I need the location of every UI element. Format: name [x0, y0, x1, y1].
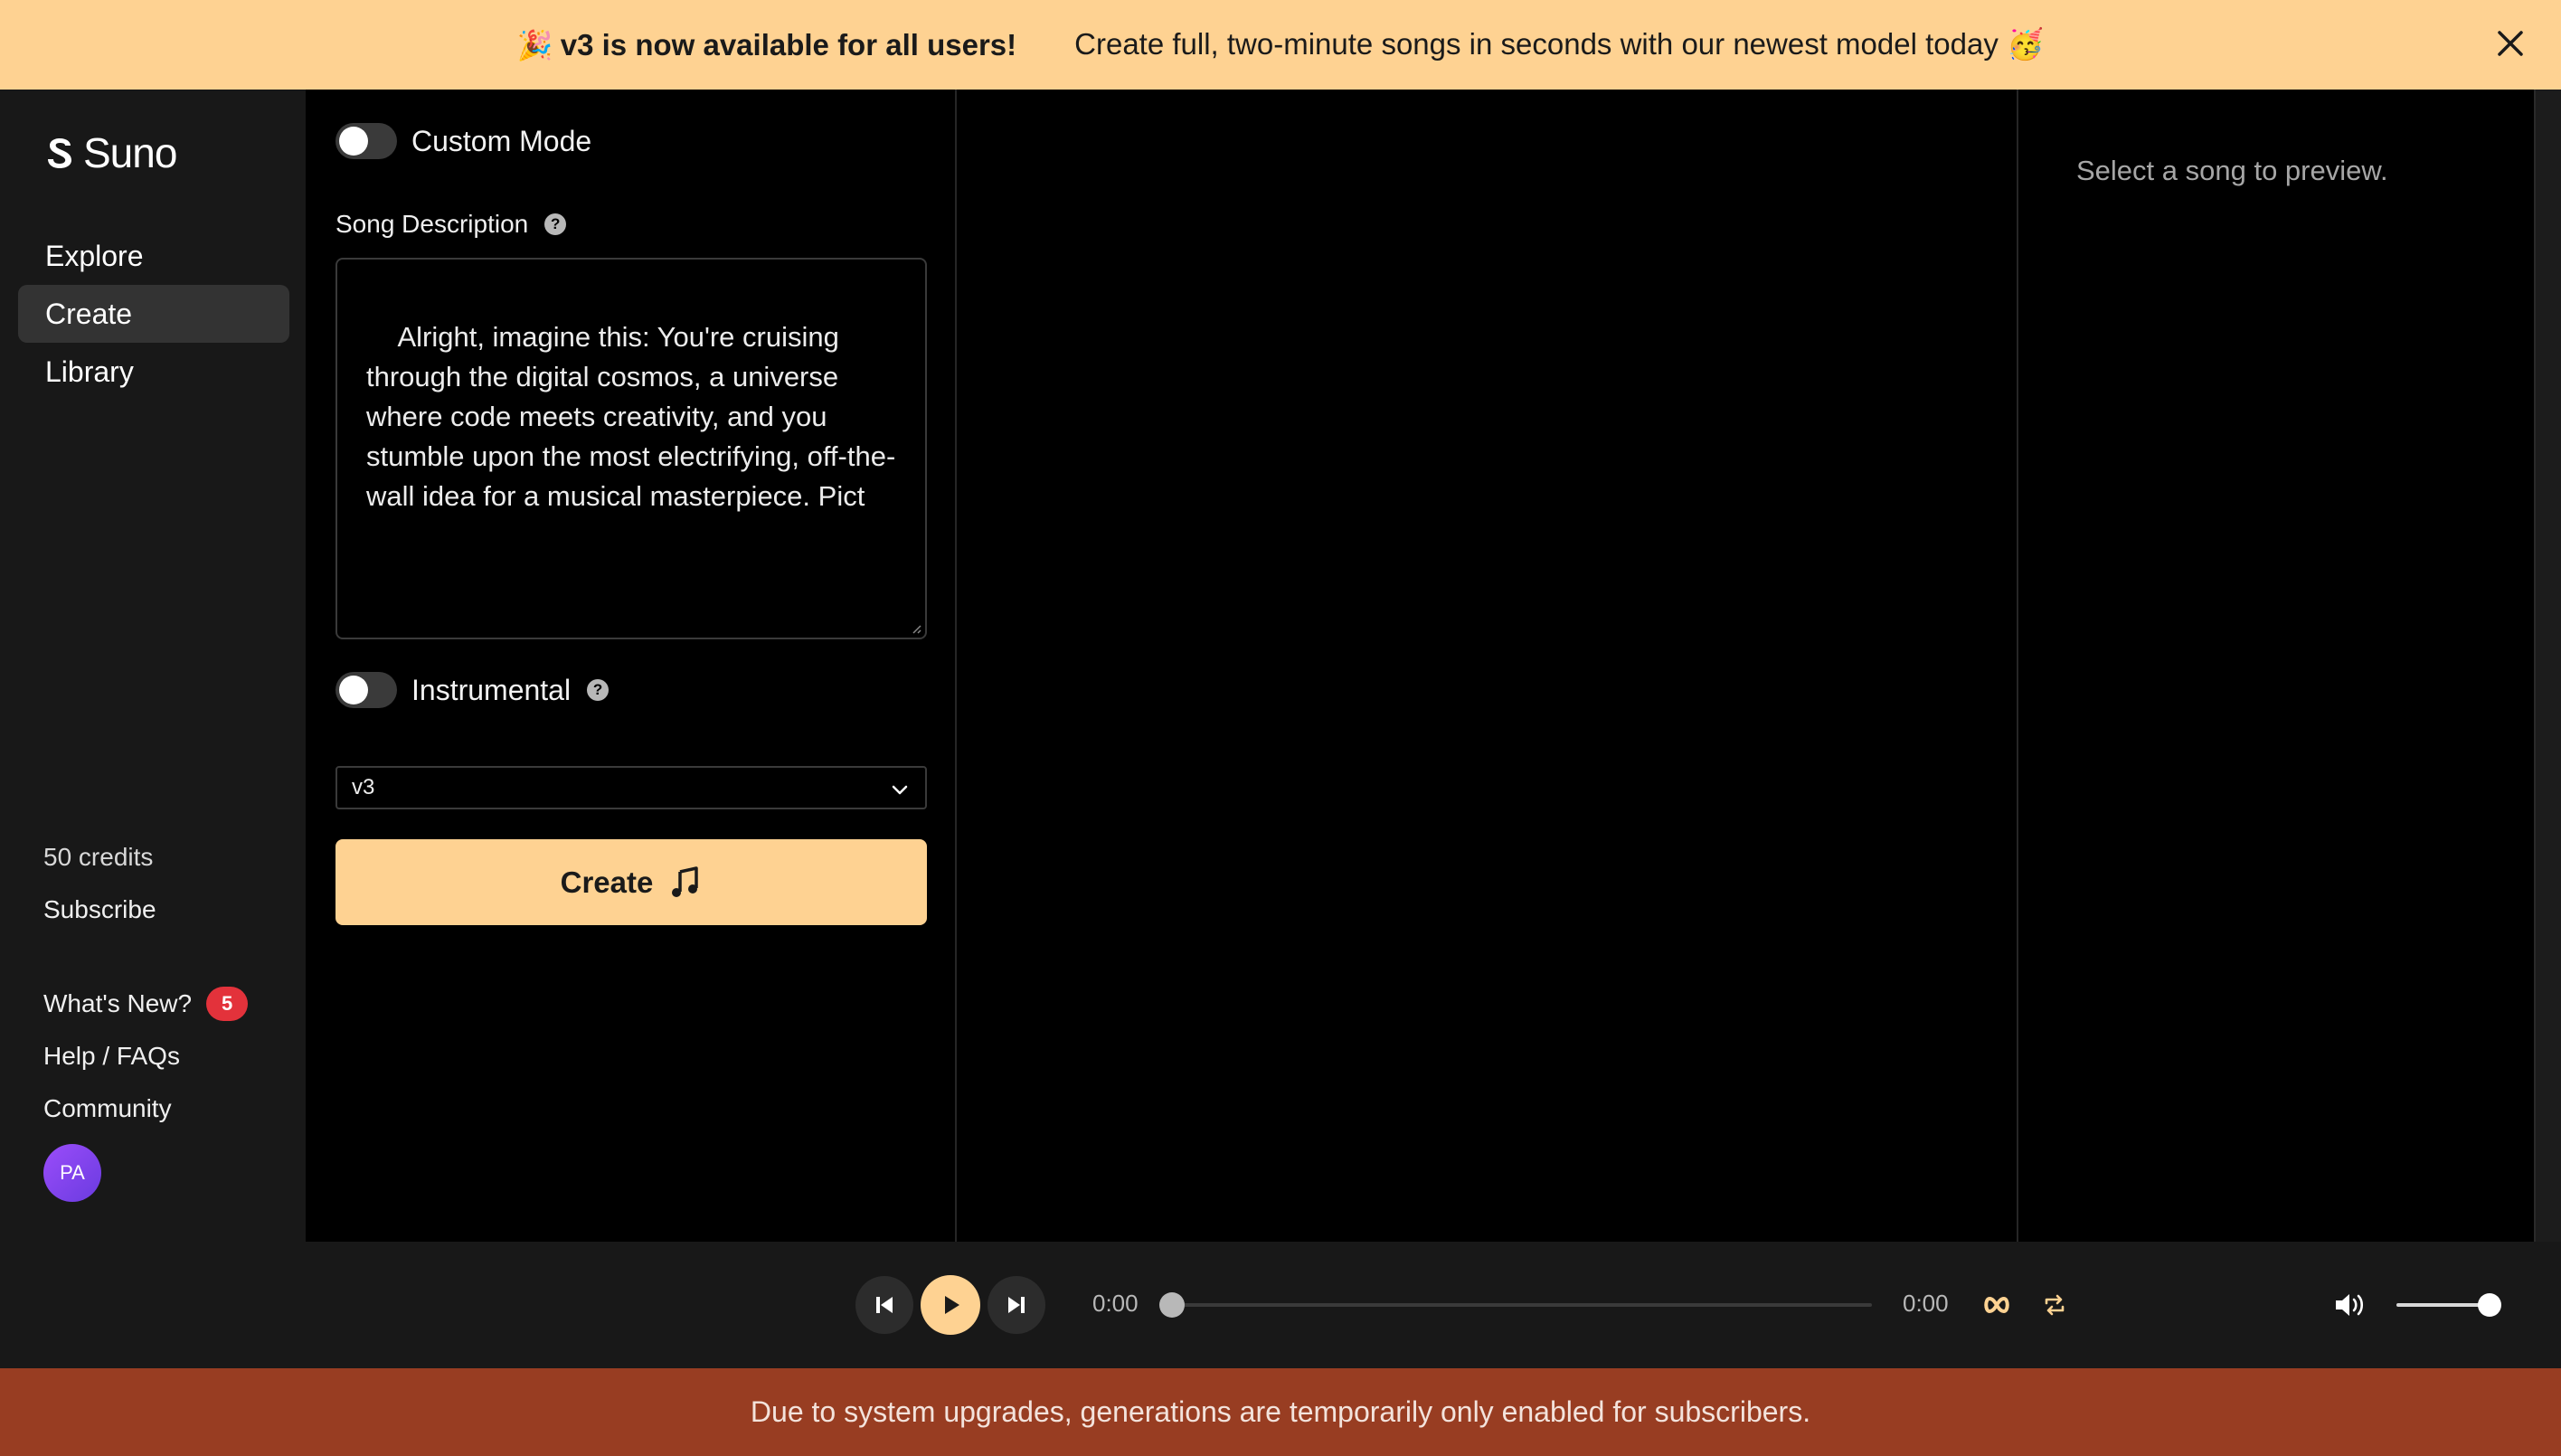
custom-mode-toggle[interactable] [335, 123, 397, 159]
nav-explore[interactable]: Explore [18, 227, 289, 285]
whats-new-badge: 5 [206, 987, 249, 1021]
skip-forward-icon [1008, 1297, 1025, 1313]
sidebar: Suno Explore Create Library 50 credits S… [0, 90, 306, 1242]
create-button[interactable]: Create [335, 839, 927, 925]
nav-create-label: Create [45, 297, 133, 330]
duration-time: 0:00 [1903, 1290, 1949, 1317]
nav-create[interactable]: Create [18, 285, 289, 343]
subscribe-link[interactable]: Subscribe [43, 884, 248, 936]
sidebar-footer: 50 credits Subscribe What's New? 5 Help … [43, 831, 249, 1202]
play-icon [945, 1296, 959, 1314]
banner-headline: v3 is now available for all users! [560, 27, 1017, 61]
song-description-label-row: Song Description ? [335, 210, 567, 239]
custom-mode-label: Custom Mode [411, 124, 592, 157]
help-icon[interactable]: ? [544, 213, 567, 235]
music-note-icon [672, 865, 699, 897]
song-description-value: Alright, imagine this: You're cruising t… [366, 321, 896, 512]
next-button[interactable] [988, 1276, 1045, 1334]
song-preview-pane: Select a song to preview. [2020, 90, 2534, 1242]
party-popper-emoji: 🎉 [516, 28, 553, 61]
whats-new-link[interactable]: What's New? 5 [43, 978, 249, 1030]
play-button[interactable] [921, 1275, 980, 1335]
close-icon[interactable] [2492, 25, 2528, 61]
create-panel: Custom Mode Song Description ? Alright, … [306, 90, 957, 1242]
main-nav: Explore Create Library [18, 227, 289, 401]
suno-mark-icon [48, 138, 71, 168]
brand-name: Suno [83, 129, 177, 176]
repeat-icon[interactable] [2042, 1292, 2067, 1318]
instrumental-row: Instrumental ? [335, 672, 610, 708]
chevron-down-icon [892, 785, 908, 795]
credits-count: 50 credits [43, 843, 154, 871]
page-scrollbar[interactable] [2534, 90, 2561, 1242]
volume-thumb[interactable] [2478, 1293, 2501, 1317]
announcement-banner: 🎉 v3 is now available for all users! Cre… [0, 0, 2561, 90]
progress-thumb[interactable] [1159, 1292, 1185, 1318]
song-list-pane [959, 90, 2018, 1242]
user-avatar[interactable]: PA [43, 1144, 101, 1202]
nav-library[interactable]: Library [18, 343, 289, 401]
progress-slider[interactable] [1159, 1292, 1872, 1318]
suno-logo[interactable]: Suno [42, 128, 177, 177]
song-description-label: Song Description [335, 210, 529, 238]
help-icon[interactable]: ? [587, 679, 610, 701]
system-notice-text: Due to system upgrades, generations are … [750, 1395, 1811, 1428]
custom-mode-row: Custom Mode [335, 123, 591, 159]
help-faqs-link[interactable]: Help / FAQs [43, 1030, 248, 1083]
volume-icon[interactable] [2333, 1291, 2367, 1319]
banner-message: Create full, two-minute songs in seconds… [1074, 27, 2045, 61]
nav-explore-label: Explore [45, 239, 144, 272]
model-select-value: v3 [352, 775, 375, 799]
create-button-label: Create [560, 865, 654, 899]
volume-slider[interactable] [2396, 1293, 2501, 1317]
preview-hint: Select a song to preview. [2076, 155, 2388, 186]
previous-button[interactable] [855, 1276, 913, 1334]
instrumental-label: Instrumental [411, 673, 572, 706]
infinity-icon[interactable] [1982, 1292, 2011, 1318]
resize-grip-icon[interactable] [909, 621, 921, 634]
model-select[interactable]: v3 [335, 766, 927, 809]
skip-back-icon [876, 1297, 893, 1313]
current-time: 0:00 [1092, 1290, 1139, 1317]
system-notice-banner: Due to system upgrades, generations are … [0, 1368, 2561, 1456]
whats-new-label: What's New? [43, 989, 193, 1017]
player-bar: 0:00 0:00 [0, 1242, 2561, 1368]
community-link[interactable]: Community [43, 1083, 248, 1135]
instrumental-toggle[interactable] [335, 672, 397, 708]
nav-library-label: Library [45, 355, 134, 388]
song-description-textarea[interactable]: Alright, imagine this: You're cruising t… [335, 258, 927, 639]
